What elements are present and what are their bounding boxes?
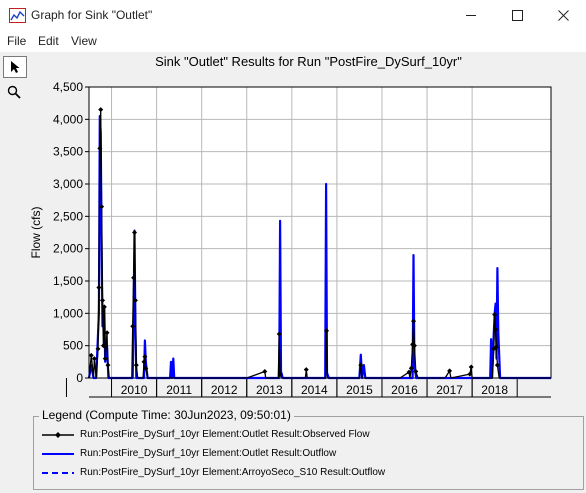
- x-tick-label: 2017: [436, 383, 463, 397]
- x-tick-label: 2014: [301, 383, 328, 397]
- y-tick-label: 4,500: [53, 80, 83, 94]
- legend-label-observed: Run:PostFire_DySurf_10yr Element:Outlet …: [80, 429, 370, 440]
- x-tick-label: 2010: [121, 383, 148, 397]
- y-tick-label: 3,000: [53, 177, 83, 191]
- y-tick-label: 1,000: [53, 306, 83, 320]
- legend-entry-outflow: Run:PostFire_DySurf_10yr Element:Outlet …: [40, 447, 580, 461]
- y-tick-label: 2,000: [53, 242, 83, 256]
- y-tick-label: 3,500: [53, 145, 83, 159]
- legend-swatch-observed: [42, 432, 74, 438]
- x-tick-label: 2018: [481, 383, 508, 397]
- x-tick-label: 2013: [256, 383, 283, 397]
- y-tick-label: 2,500: [53, 209, 83, 223]
- y-axis-label: Flow (cfs): [29, 207, 43, 259]
- legend-swatch-outflow: [42, 453, 74, 455]
- x-tick-label: 2016: [391, 383, 418, 397]
- flow-chart: 0 500 1,000 1,500 2,000 2,500 3,000 3,500 4,000 4…: [29, 80, 552, 398]
- legend-label-outflow: Run:PostFire_DySurf_10yr Element:Outlet …: [80, 448, 337, 459]
- legend-swatch-arroyoseco: [42, 472, 74, 474]
- x-tick-label: 2011: [166, 383, 192, 397]
- legend-label-arroyoseco: Run:PostFire_DySurf_10yr Element:ArroyoS…: [80, 467, 386, 478]
- x-tick-label: 2012: [211, 383, 238, 397]
- y-tick-label: 500: [63, 339, 83, 353]
- y-tick-label: 0: [76, 371, 83, 385]
- legend-entry-arroyoseco: Run:PostFire_DySurf_10yr Element:ArroyoS…: [40, 466, 580, 480]
- legend-entry-observed: Run:PostFire_DySurf_10yr Element:Outlet …: [40, 428, 580, 442]
- y-tick-label: 1,500: [53, 274, 83, 288]
- y-tick-label: 4,000: [53, 112, 83, 126]
- legend-title: Legend (Compute Time: 30Jun2023, 09:50:0…: [39, 408, 294, 422]
- plot-area: [89, 87, 551, 378]
- x-tick-label: 2015: [346, 383, 373, 397]
